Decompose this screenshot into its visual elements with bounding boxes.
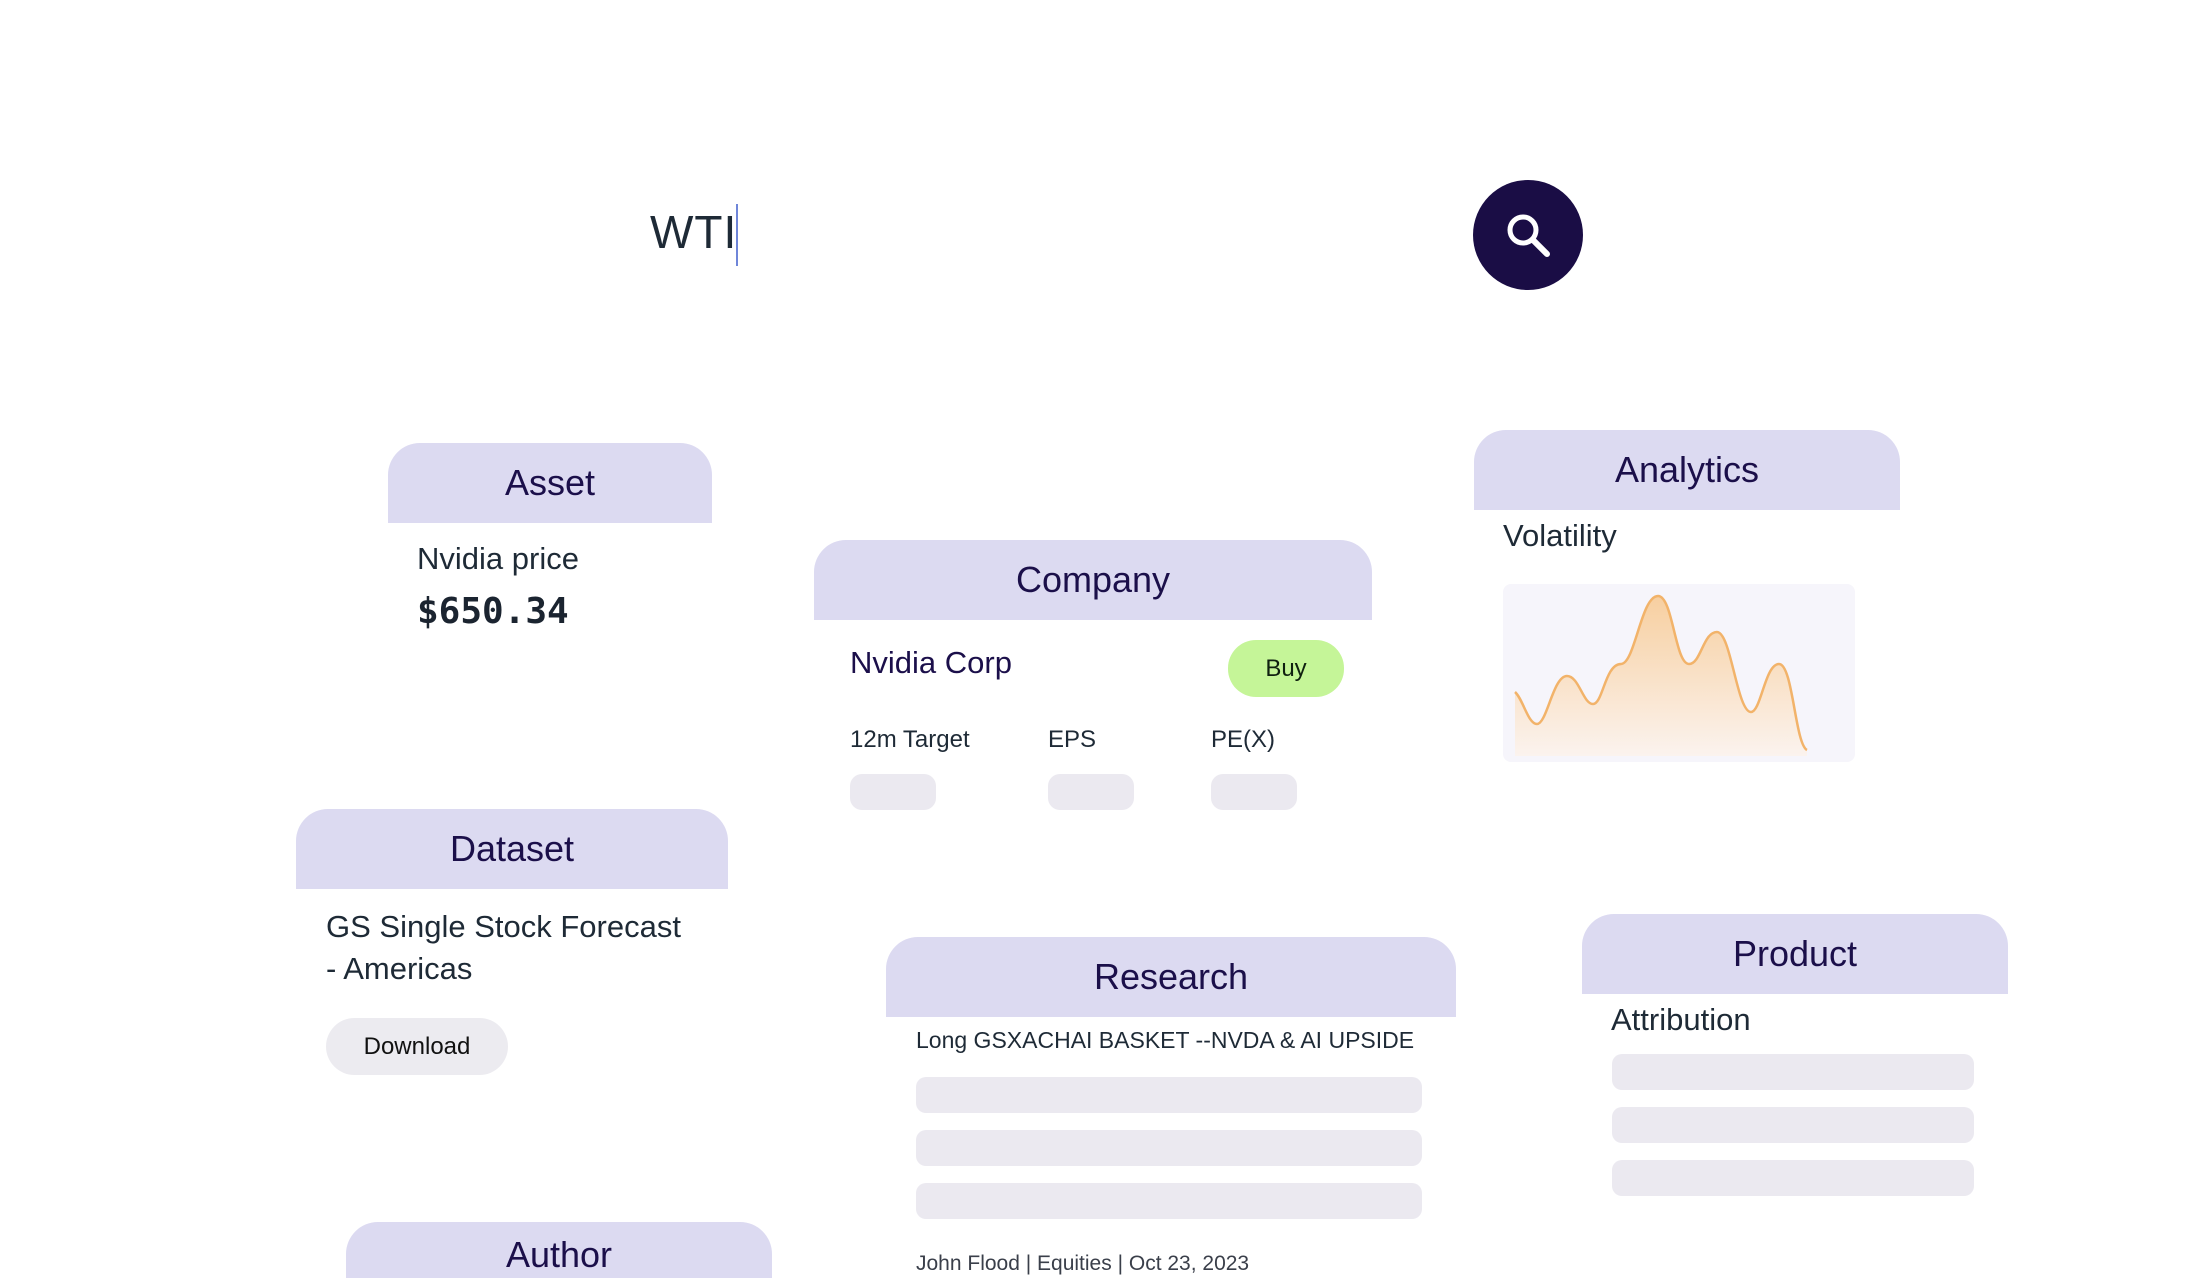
- product-item-label: Attribution: [1611, 1002, 1751, 1037]
- dataset-title-line1: GS Single Stock Forecast: [326, 909, 681, 944]
- analytics-card[interactable]: Analytics Volatility: [1474, 430, 1900, 770]
- metric-12m-target-value: [850, 774, 936, 810]
- analytics-item-label: Volatility: [1503, 518, 1617, 553]
- company-card[interactable]: Company Nvidia Corp Buy 12m Target EPS P…: [814, 540, 1372, 820]
- search-button[interactable]: [1473, 180, 1583, 290]
- author-tab[interactable]: Author: [346, 1222, 772, 1278]
- dataset-title-line2: - Americas: [326, 951, 473, 986]
- product-tab[interactable]: Product: [1582, 914, 2008, 994]
- metric-pe: PE(X): [1211, 726, 1276, 753]
- research-byline: John Flood | Equities | Oct 23, 2023: [916, 1252, 1250, 1275]
- company-tab[interactable]: Company: [814, 540, 1372, 620]
- attribution-line-1: [1612, 1054, 1974, 1090]
- search-input[interactable]: WTI: [650, 200, 737, 264]
- dataset-tab[interactable]: Dataset: [296, 809, 728, 889]
- author-card[interactable]: Author: [346, 1222, 772, 1278]
- metric-eps: EPS: [1048, 726, 1097, 753]
- asset-tab[interactable]: Asset: [388, 443, 712, 523]
- search-icon: [1507, 214, 1550, 257]
- attribution-line-2: [1612, 1107, 1974, 1143]
- asset-price: $650.34: [417, 591, 569, 632]
- metric-12m-target: 12m Target: [850, 726, 970, 753]
- asset-card[interactable]: Asset Nvidia price $650.34: [388, 443, 712, 683]
- research-card[interactable]: Research Long GSXACHAI BASKET --NVDA & A…: [886, 937, 1456, 1278]
- text-caret: [736, 204, 738, 266]
- asset-item-label: Nvidia price: [417, 541, 579, 576]
- research-summary-line-3: [916, 1183, 1422, 1219]
- company-name: Nvidia Corp: [850, 645, 1012, 680]
- research-tab[interactable]: Research: [886, 937, 1456, 1017]
- dataset-card[interactable]: Dataset GS Single Stock Forecast - Ameri…: [296, 809, 728, 1099]
- attribution-line-3: [1612, 1160, 1974, 1196]
- metric-eps-value: [1048, 774, 1134, 810]
- research-summary-line-1: [916, 1077, 1422, 1113]
- buy-button[interactable]: Buy: [1228, 640, 1344, 697]
- metric-pe-value: [1211, 774, 1297, 810]
- product-card[interactable]: Product Attribution: [1582, 914, 2008, 1214]
- research-summary-line-2: [916, 1130, 1422, 1166]
- research-headline[interactable]: Long GSXACHAI BASKET --NVDA & AI UPSIDE: [916, 1027, 1414, 1054]
- volatility-sparkline-chart: [1503, 584, 1855, 762]
- analytics-tab[interactable]: Analytics: [1474, 430, 1900, 510]
- download-button[interactable]: Download: [326, 1018, 508, 1075]
